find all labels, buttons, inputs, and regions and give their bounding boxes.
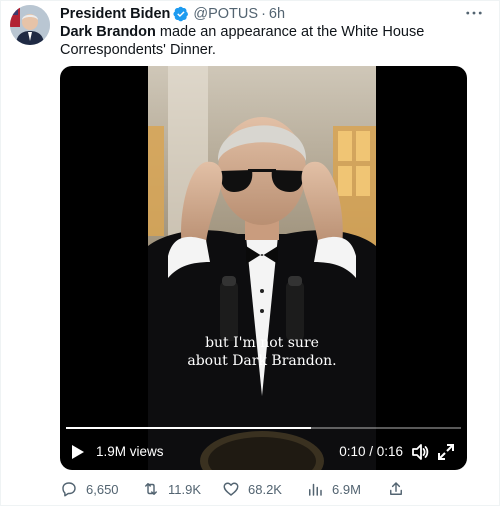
share-button[interactable] bbox=[387, 479, 413, 499]
action-bar: 6,650 11.9K 68.2K 6.9M bbox=[60, 479, 470, 499]
video-views: 1.9M views bbox=[96, 444, 164, 459]
fullscreen-icon[interactable] bbox=[437, 443, 455, 461]
like-button[interactable]: 68.2K bbox=[222, 479, 282, 499]
share-icon bbox=[390, 482, 402, 495]
like-icon bbox=[223, 482, 239, 496]
post-text-bold: Dark Brandon bbox=[60, 24, 156, 40]
retweet-icon bbox=[145, 483, 157, 495]
verified-icon bbox=[173, 6, 189, 22]
separator-dot: · bbox=[261, 6, 266, 22]
volume-icon[interactable] bbox=[411, 443, 429, 461]
more-icon[interactable] bbox=[465, 6, 483, 20]
reply-count: 6,650 bbox=[86, 481, 119, 497]
views-button[interactable]: 6.9M bbox=[306, 479, 361, 499]
progress-fill bbox=[66, 427, 311, 429]
post-time[interactable]: 6h bbox=[269, 6, 285, 22]
caption-line-2: about Dark Brandon. bbox=[187, 353, 337, 369]
progress-bar[interactable] bbox=[66, 427, 461, 429]
like-count: 68.2K bbox=[248, 481, 282, 497]
tweet[interactable]: President Biden @POTUS · 6h Dark Brandon… bbox=[0, 0, 500, 506]
play-icon[interactable] bbox=[72, 445, 84, 459]
video-caption: but I'm not sure about Dark Brandon. bbox=[148, 334, 376, 370]
avatar[interactable] bbox=[10, 5, 50, 45]
views-count: 6.9M bbox=[332, 481, 361, 497]
video-frame bbox=[148, 66, 376, 470]
caption-line-1: but I'm not sure bbox=[205, 335, 319, 351]
author-handle[interactable]: @POTUS bbox=[193, 6, 258, 22]
retweet-count: 11.9K bbox=[168, 481, 202, 497]
avatar-image bbox=[10, 5, 50, 45]
retweet-button[interactable]: 11.9K bbox=[142, 479, 201, 499]
video-timecode: 0:10 / 0:16 bbox=[339, 444, 403, 459]
post-text: Dark Brandon made an appearance at the W… bbox=[60, 23, 470, 59]
reply-button[interactable]: 6,650 bbox=[60, 479, 119, 499]
analytics-icon bbox=[309, 483, 322, 496]
reply-icon bbox=[62, 482, 76, 497]
author-name[interactable]: President Biden bbox=[60, 6, 170, 22]
post-header: President Biden @POTUS · 6h bbox=[60, 5, 285, 23]
video-player[interactable]: but I'm not sure about Dark Brandon. 1.9… bbox=[60, 66, 467, 470]
video-controls: 1.9M views 0:10 / 0:16 bbox=[60, 440, 467, 464]
